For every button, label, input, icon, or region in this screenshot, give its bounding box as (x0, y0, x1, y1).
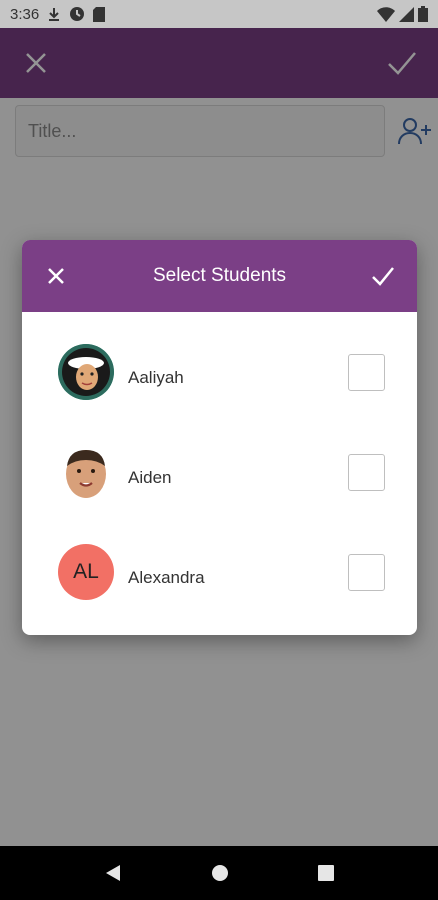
dialog-header: Select Students (22, 240, 417, 312)
recents-icon[interactable] (317, 865, 334, 881)
student-list: Aaliyah Aiden AL Alexandra (22, 312, 417, 622)
student-photo-icon (58, 344, 114, 400)
avatar (58, 344, 114, 400)
status-bar: 3:36 (0, 0, 438, 28)
check-icon (372, 267, 394, 286)
dialog-confirm-button[interactable] (365, 258, 401, 294)
sync-icon (70, 7, 85, 21)
close-icon (48, 268, 64, 284)
home-icon[interactable] (211, 864, 229, 882)
sd-card-icon (93, 6, 106, 22)
system-nav-bar (0, 846, 438, 900)
student-row[interactable]: Aiden (22, 422, 417, 522)
student-name: Aiden (128, 468, 172, 487)
download-icon (49, 8, 60, 21)
battery-icon (418, 6, 428, 22)
dialog-close-button[interactable] (38, 258, 74, 294)
status-time: 3:36 (10, 5, 40, 23)
student-checkbox[interactable] (348, 353, 385, 391)
student-row[interactable]: AL Alexandra (22, 522, 417, 622)
signal-icon (399, 6, 414, 22)
student-checkbox[interactable] (348, 453, 385, 491)
student-photo-icon (66, 450, 106, 498)
wifi-icon (377, 6, 395, 22)
student-checkbox[interactable] (348, 553, 385, 591)
student-name: Alexandra (128, 568, 205, 587)
back-icon[interactable] (104, 864, 122, 882)
select-students-dialog: Select Students Aaliyah Aiden AL Alexand… (22, 240, 417, 635)
student-name: Aaliyah (128, 368, 184, 387)
avatar-initials: AL (58, 544, 114, 600)
avatar (58, 444, 114, 500)
dialog-title: Select Students (152, 265, 287, 286)
student-row[interactable]: Aaliyah (22, 322, 417, 422)
